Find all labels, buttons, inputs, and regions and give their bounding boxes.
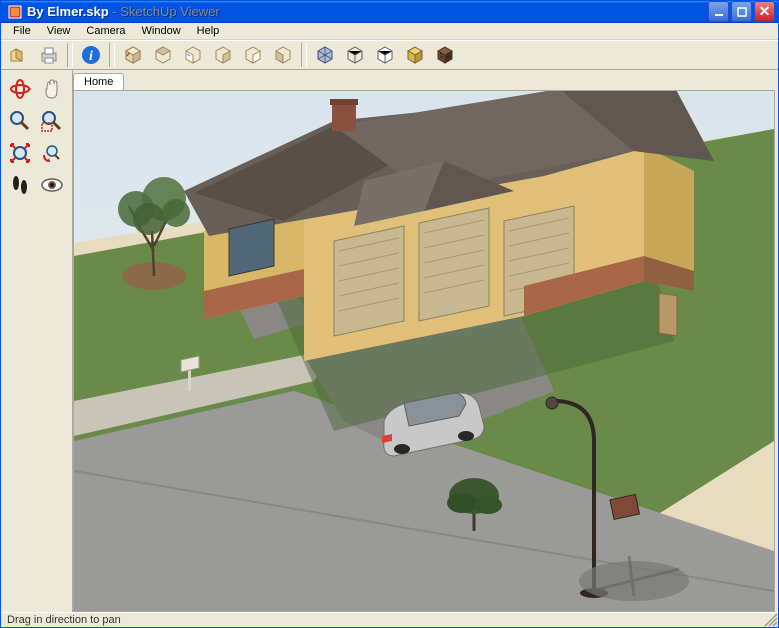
toolbar-separator — [109, 43, 115, 67]
xray-style-button[interactable] — [311, 41, 339, 69]
walk-button[interactable] — [5, 170, 35, 200]
minimize-button[interactable] — [708, 1, 729, 22]
hidden-line-style-button[interactable] — [371, 41, 399, 69]
titlebar-text: By Elmer.skp - SketchUp Viewer — [27, 4, 708, 19]
tab-home[interactable]: Home — [73, 73, 124, 90]
toolbar-top: i — [1, 40, 778, 70]
zoom-extents-button[interactable] — [5, 138, 35, 168]
resize-grip-icon[interactable] — [763, 612, 779, 628]
toolbar-separator — [301, 43, 307, 67]
previous-view-button[interactable] — [37, 138, 67, 168]
zoom-button[interactable] — [5, 106, 35, 136]
app-window: By Elmer.skp - SketchUp Viewer ✕ File Vi… — [0, 0, 779, 628]
menu-file[interactable]: File — [5, 23, 39, 39]
wireframe-style-button[interactable] — [341, 41, 369, 69]
shaded-style-button[interactable] — [401, 41, 429, 69]
iso-view-button[interactable] — [119, 41, 147, 69]
top-view-button[interactable] — [149, 41, 177, 69]
look-around-button[interactable] — [37, 170, 67, 200]
close-button[interactable]: ✕ — [754, 1, 775, 22]
print-button[interactable] — [35, 41, 63, 69]
status-hint: Drag in direction to pan — [7, 614, 121, 626]
statusbar: Drag in direction to pan — [1, 612, 778, 627]
menu-view[interactable]: View — [39, 23, 79, 39]
menu-camera[interactable]: Camera — [78, 23, 133, 39]
content-area: Home — [1, 70, 778, 612]
pan-button[interactable] — [37, 74, 67, 104]
back-view-button[interactable] — [239, 41, 267, 69]
zoom-window-button[interactable] — [37, 106, 67, 136]
titlebar-appname: SketchUp Viewer — [120, 4, 219, 19]
info-button[interactable]: i — [77, 41, 105, 69]
viewport-3d[interactable] — [73, 90, 775, 612]
toolbar-separator — [67, 43, 73, 67]
shaded-textures-style-button[interactable] — [431, 41, 459, 69]
maximize-button[interactable] — [731, 1, 752, 22]
menu-help[interactable]: Help — [189, 23, 228, 39]
titlebar[interactable]: By Elmer.skp - SketchUp Viewer ✕ — [1, 1, 778, 23]
front-view-button[interactable] — [179, 41, 207, 69]
menu-window[interactable]: Window — [134, 23, 189, 39]
menubar: File View Camera Window Help — [1, 23, 778, 40]
toolbar-left — [1, 70, 73, 612]
left-view-button[interactable] — [269, 41, 297, 69]
orbit-button[interactable] — [5, 74, 35, 104]
titlebar-filename: By Elmer.skp — [27, 4, 109, 19]
svg-text:i: i — [89, 49, 93, 64]
app-icon — [7, 4, 23, 20]
open-button[interactable] — [5, 41, 33, 69]
scene-tabs: Home — [73, 70, 124, 90]
window-controls: ✕ — [708, 1, 775, 22]
right-view-button[interactable] — [209, 41, 237, 69]
